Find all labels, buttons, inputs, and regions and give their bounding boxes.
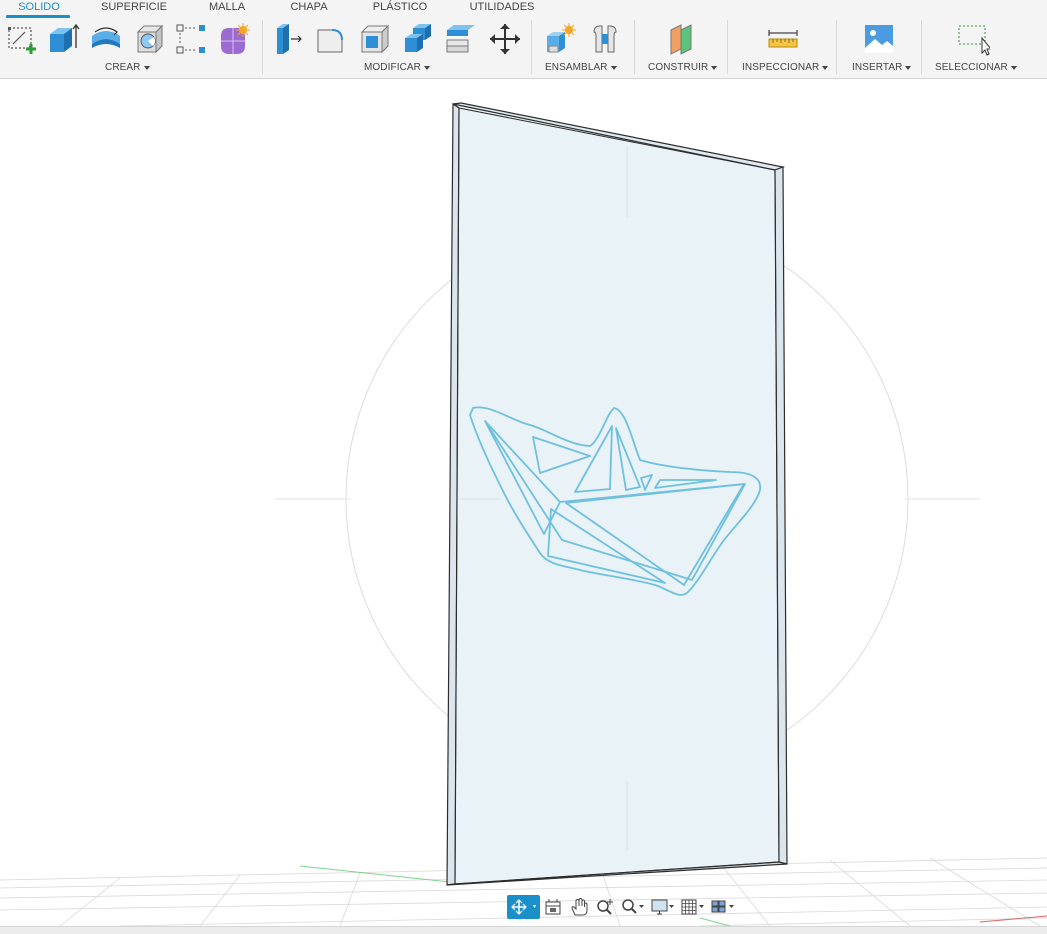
active-tab-indicator (6, 15, 70, 18)
look-at-icon[interactable] (540, 895, 566, 919)
zoom-icon[interactable] (592, 895, 618, 919)
ensamblar-menu[interactable]: ENSAMBLAR (545, 62, 617, 73)
grid-icon[interactable] (678, 895, 708, 919)
modificar-menu[interactable]: MODIFICAR (364, 62, 431, 73)
viewports-icon[interactable] (708, 895, 738, 919)
offset-plane-icon[interactable] (664, 21, 700, 57)
press-pull-icon[interactable] (270, 21, 306, 57)
separator (836, 20, 837, 74)
fit-icon[interactable] (618, 895, 648, 919)
hole-icon[interactable] (131, 21, 167, 57)
window-select-icon[interactable] (955, 21, 991, 57)
tab-plastico[interactable]: PLÁSTICO (364, 0, 436, 16)
separator (262, 20, 263, 74)
inspeccionar-menu[interactable]: INSPECCIONAR (742, 62, 829, 73)
measure-icon[interactable] (765, 21, 801, 57)
extrude-icon[interactable] (45, 21, 81, 57)
revolve-icon[interactable] (88, 21, 124, 57)
separator (921, 20, 922, 74)
create-sketch-icon[interactable] (4, 21, 40, 57)
seleccionar-menu[interactable]: SELECCIONAR (935, 62, 1017, 73)
3d-viewport[interactable] (0, 79, 1047, 926)
construir-menu[interactable]: CONSTRUIR (648, 62, 718, 73)
tab-chapa[interactable]: CHAPA (282, 0, 336, 16)
separator (727, 20, 728, 74)
insertar-menu[interactable]: INSERTAR (852, 62, 912, 73)
joint-icon[interactable] (587, 21, 623, 57)
navigation-bar (507, 894, 743, 920)
toolbar: SOLIDO SUPERFICIE MALLA CHAPA PLÁSTICO U… (0, 0, 1047, 79)
model-scene (0, 102, 1047, 926)
panel-face (447, 104, 787, 885)
orbit-icon[interactable] (507, 895, 540, 919)
insert-image-icon[interactable] (861, 21, 897, 57)
tab-utilidades[interactable]: UTILIDADES (465, 0, 539, 16)
fillet-icon[interactable] (313, 21, 349, 57)
separator (634, 20, 635, 74)
tab-malla[interactable]: MALLA (200, 0, 254, 16)
shell-icon[interactable] (357, 21, 393, 57)
y-axis-line (299, 865, 451, 883)
tab-superficie[interactable]: SUPERFICIE (98, 0, 170, 16)
combine-icon[interactable] (400, 21, 436, 57)
pattern-icon[interactable] (173, 21, 209, 57)
separator (531, 20, 532, 74)
create-form-icon[interactable] (216, 21, 252, 57)
offset-face-icon[interactable] (443, 21, 479, 57)
pan-icon[interactable] (566, 895, 592, 919)
display-settings-icon[interactable] (648, 895, 678, 919)
crear-menu[interactable]: CREAR (105, 62, 150, 73)
move-icon[interactable] (487, 21, 523, 57)
new-component-icon[interactable] (542, 21, 578, 57)
tab-solido[interactable]: SOLIDO (8, 0, 70, 16)
